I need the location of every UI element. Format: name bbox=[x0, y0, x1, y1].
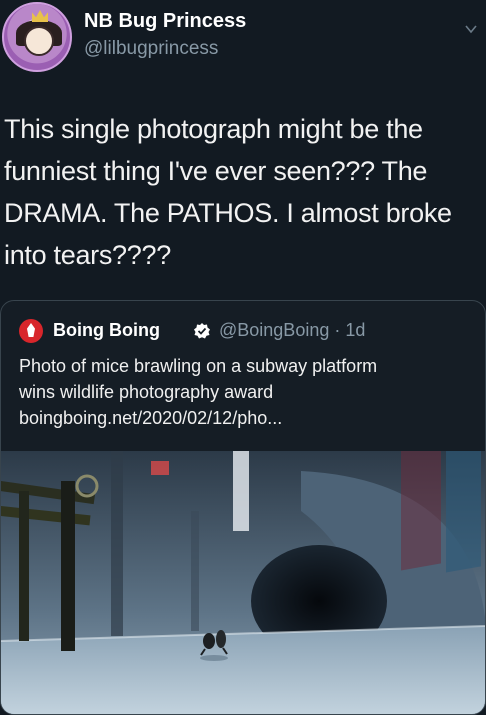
quoted-link[interactable]: boingboing.net/2020/02/12/pho... bbox=[19, 405, 474, 431]
display-name[interactable]: NB Bug Princess bbox=[84, 10, 246, 33]
boingboing-logo-icon bbox=[19, 319, 43, 343]
verified-badge-icon bbox=[194, 323, 210, 339]
tweet-text-line: DRAMA. The PATHOS. I almost broke bbox=[4, 198, 452, 228]
user-handle[interactable]: @lilbugprincess bbox=[84, 38, 218, 60]
tweet-text-line: into tears???? bbox=[4, 240, 171, 270]
tweet-text-line: This single photograph might be the bbox=[4, 114, 423, 144]
crown-icon bbox=[32, 10, 48, 22]
quoted-display-name[interactable]: Boing Boing bbox=[53, 320, 160, 341]
tweet-text-line: funniest thing I've ever seen??? The bbox=[4, 156, 428, 186]
quoted-text-line: Photo of mice brawling on a subway platf… bbox=[19, 356, 378, 376]
tweet-text: This single photograph might be the funn… bbox=[4, 108, 482, 276]
chevron-down-icon[interactable] bbox=[464, 22, 478, 36]
quoted-tweet-text: Photo of mice brawling on a subway platf… bbox=[19, 353, 474, 431]
subway-mice-photo[interactable] bbox=[1, 451, 486, 715]
quoted-handle-time: @BoingBoing · 1d bbox=[219, 320, 366, 340]
quoted-text-line: wins wildlife photography award bbox=[19, 382, 274, 402]
avatar[interactable] bbox=[2, 2, 72, 72]
tweet-card: NB Bug Princess @lilbugprincess This sin… bbox=[0, 0, 486, 715]
avatar-face bbox=[24, 26, 54, 56]
tweet-header: NB Bug Princess @lilbugprincess bbox=[0, 0, 486, 80]
quoted-tweet[interactable]: Boing Boing @BoingBoing · 1d Photo of mi… bbox=[0, 300, 486, 715]
